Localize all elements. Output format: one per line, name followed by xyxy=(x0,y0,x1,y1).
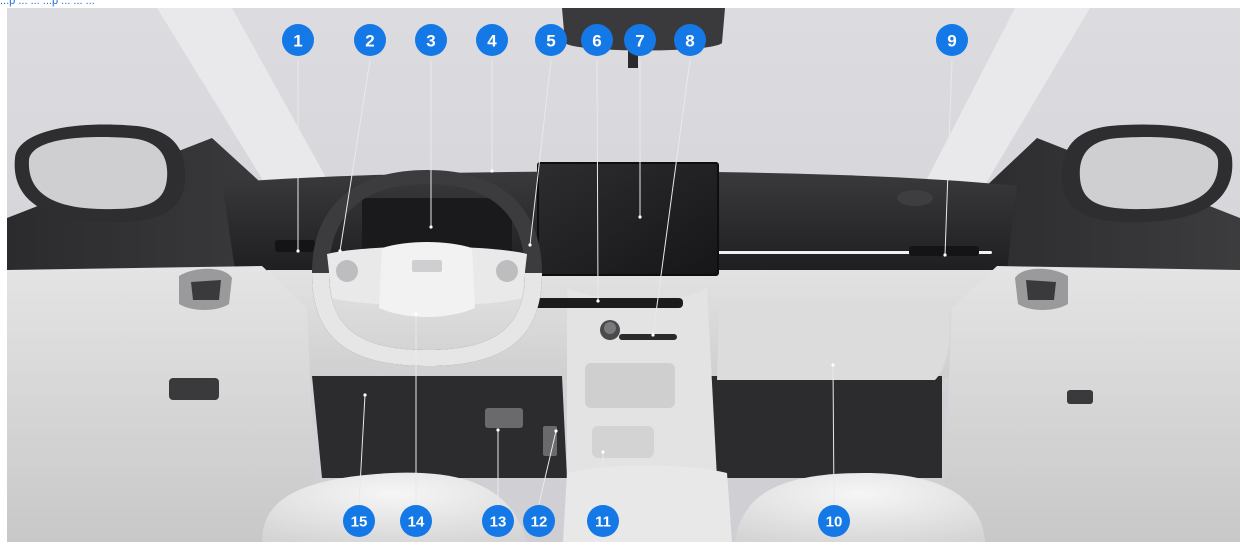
marker-7[interactable]: 7 xyxy=(624,24,656,56)
marker-12-label: 12 xyxy=(531,514,548,531)
marker-14-label: 14 xyxy=(408,514,425,531)
marker-12[interactable]: 12 xyxy=(523,505,555,537)
marker-4[interactable]: 4 xyxy=(476,24,508,56)
marker-8-label: 8 xyxy=(685,32,694,51)
marker-10-label: 10 xyxy=(826,514,843,531)
marker-5-label: 5 xyxy=(546,32,555,51)
left-mirror-glass xyxy=(28,136,168,210)
marker-6[interactable]: 6 xyxy=(581,24,613,56)
center-air-vent xyxy=(533,298,683,308)
passenger-footwell xyxy=(707,376,942,478)
marker-1[interactable]: 1 xyxy=(282,24,314,56)
marker-8[interactable]: 8 xyxy=(674,24,706,56)
cupholder-tray xyxy=(592,426,654,458)
console-button-row xyxy=(619,334,677,340)
left-window-switches xyxy=(169,378,219,400)
center-armrest xyxy=(563,465,732,542)
right-window-switch xyxy=(1067,390,1093,404)
wireless-charger-pad xyxy=(585,363,675,408)
interior-diagram: ...p ... ... ...p ... ... ... 1 2 3 4 5 … xyxy=(0,0,1245,542)
marker-2[interactable]: 2 xyxy=(354,24,386,56)
marker-3-label: 3 xyxy=(426,32,435,51)
right-spoke-controls xyxy=(496,260,518,282)
dash-speaker xyxy=(897,190,933,206)
marker-5[interactable]: 5 xyxy=(535,24,567,56)
airbag-cover xyxy=(379,242,475,317)
marker-11[interactable]: 11 xyxy=(587,505,619,537)
brake-pedal xyxy=(485,408,523,428)
marker-9-label: 9 xyxy=(947,32,956,51)
marker-4-label: 4 xyxy=(487,32,497,51)
wheel-logo xyxy=(412,260,442,272)
center-display xyxy=(537,162,719,276)
left-spoke-controls xyxy=(336,260,358,282)
right-door-panel xyxy=(942,266,1240,542)
right-handle-recess xyxy=(1026,280,1056,300)
marker-7-label: 7 xyxy=(635,32,644,51)
marker-13[interactable]: 13 xyxy=(482,505,514,537)
marker-14[interactable]: 14 xyxy=(400,505,432,537)
marker-10[interactable]: 10 xyxy=(818,505,850,537)
marker-9[interactable]: 9 xyxy=(936,24,968,56)
marker-2-label: 2 xyxy=(365,32,374,51)
marker-6-label: 6 xyxy=(592,32,601,51)
marker-3[interactable]: 3 xyxy=(415,24,447,56)
left-door-panel xyxy=(7,266,317,542)
left-handle-recess xyxy=(191,280,221,300)
marker-15-label: 15 xyxy=(351,514,368,531)
left-air-vent xyxy=(275,240,315,252)
top-caption: ...p ... ... ...p ... ... ... xyxy=(0,0,95,7)
marker-1-label: 1 xyxy=(293,32,302,51)
driver-footwell xyxy=(312,376,567,478)
marker-11-label: 11 xyxy=(595,514,611,531)
rotary-knob-top xyxy=(604,322,616,334)
right-mirror-glass xyxy=(1079,136,1219,210)
marker-15[interactable]: 15 xyxy=(343,505,375,537)
cabin-photo: 1 2 3 4 5 6 7 8 9 10 11 12 13 14 15 xyxy=(7,8,1240,542)
marker-13-label: 13 xyxy=(490,514,507,531)
